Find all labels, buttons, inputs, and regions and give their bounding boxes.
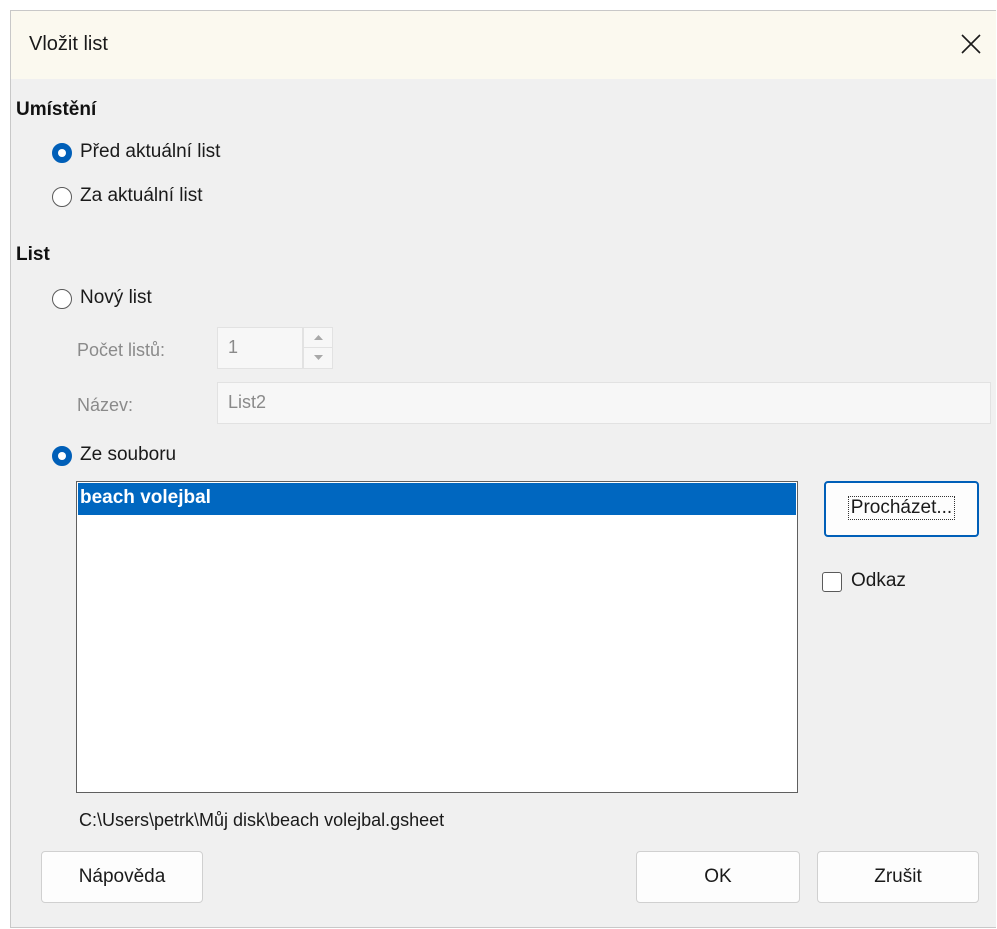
radio-unchecked-icon [52, 187, 72, 207]
radio-unchecked-icon [52, 289, 72, 309]
sheet-count-label: Počet listů: [77, 340, 166, 360]
sheet-heading: List [16, 244, 50, 265]
spin-up-button[interactable] [304, 328, 332, 348]
radio-label: Před aktuální list [80, 141, 221, 162]
sheet-name-field[interactable]: List2 [217, 382, 991, 424]
radio-label: Za aktuální list [80, 185, 203, 206]
radio-new-sheet[interactable]: Nový list [52, 285, 212, 313]
radio-label: Ze souboru [80, 444, 177, 465]
link-checkbox-label: Odkaz [851, 570, 906, 591]
checkbox-unchecked-icon [822, 572, 842, 592]
close-button[interactable] [950, 21, 996, 67]
help-button[interactable]: Nápověda [41, 851, 203, 903]
placement-heading: Umístění [16, 99, 97, 120]
sheet-count-spinner [303, 327, 333, 369]
radio-from-file[interactable]: Ze souboru [52, 442, 232, 470]
radio-label: Nový list [80, 287, 152, 308]
radio-before-current-sheet[interactable]: Před aktuální list [52, 139, 292, 167]
radio-checked-icon [52, 143, 72, 163]
chevron-up-icon [314, 335, 323, 340]
link-checkbox[interactable]: Odkaz [822, 568, 942, 596]
radio-checked-icon [52, 446, 72, 466]
chevron-down-icon [314, 355, 323, 360]
radio-after-current-sheet[interactable]: Za aktuální list [52, 183, 292, 211]
sheet-list[interactable]: beach volejbal [76, 481, 798, 793]
cancel-button[interactable]: Zrušit [817, 851, 979, 903]
browse-button-label: Procházet... [847, 496, 956, 520]
file-path: C:\Users\petrk\Můj disk\beach volejbal.g… [79, 810, 445, 830]
title-bar: Vložit list [11, 11, 996, 79]
spin-down-button[interactable] [304, 348, 332, 368]
sheet-name-label: Název: [77, 395, 134, 415]
browse-button[interactable]: Procházet... [824, 481, 979, 537]
ok-button[interactable]: OK [636, 851, 800, 903]
dialog-title: Vložit list [29, 33, 108, 55]
sheet-count-field[interactable]: 1 [217, 327, 303, 369]
close-icon [961, 34, 981, 54]
insert-sheet-dialog: Vložit list Umístění Před aktuální list … [10, 10, 996, 928]
list-item-selected[interactable]: beach volejbal [78, 483, 796, 515]
